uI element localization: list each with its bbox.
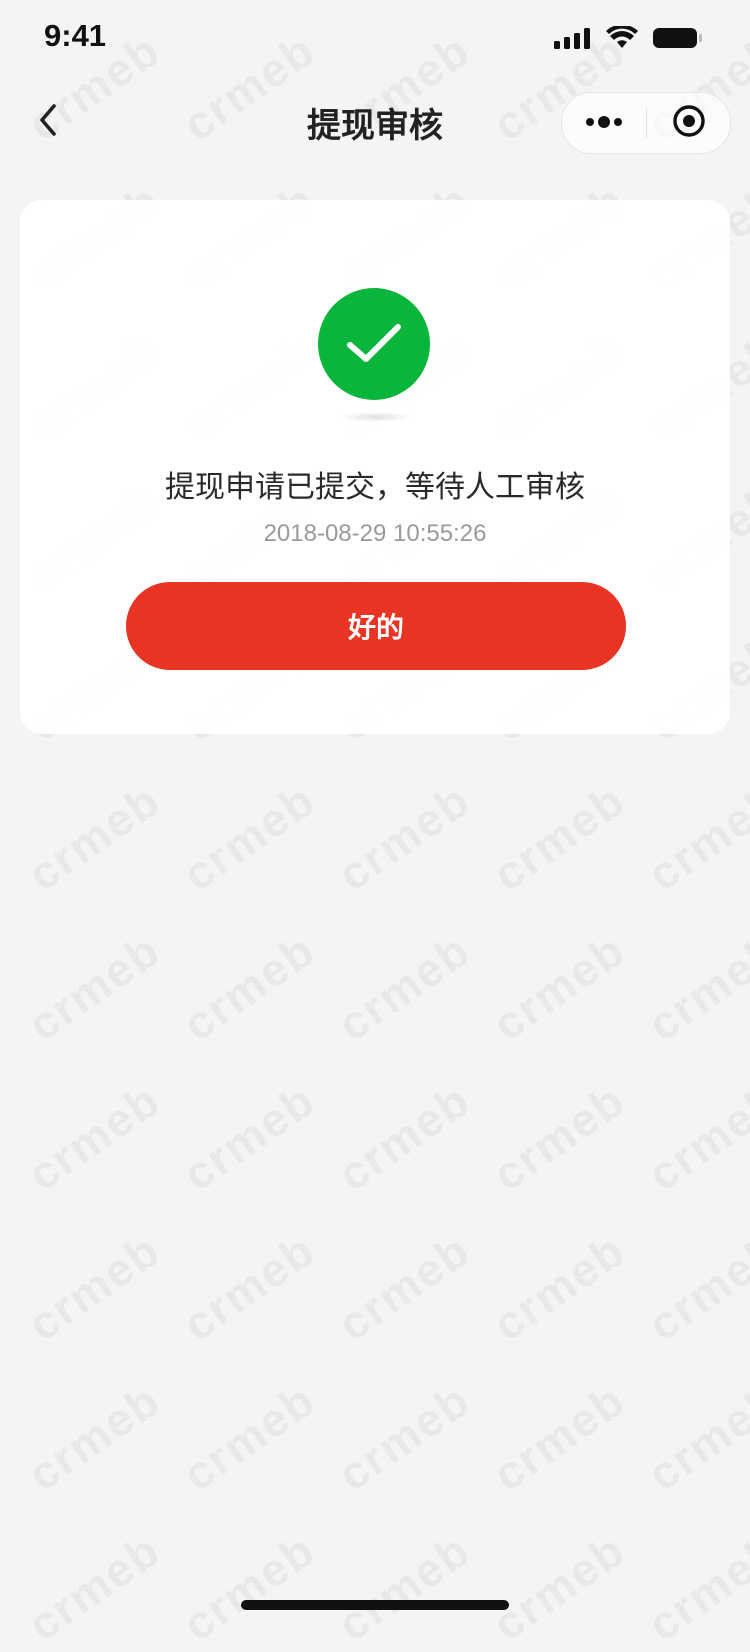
more-button[interactable] <box>562 93 646 153</box>
watermark-text: crmeb <box>638 1373 750 1501</box>
status-icons <box>554 24 704 54</box>
watermark-text: crmeb <box>483 923 635 1051</box>
watermark-text: crmeb <box>328 1373 480 1501</box>
watermark-text: crmeb <box>18 1523 170 1651</box>
success-badge <box>318 288 434 404</box>
success-shadow <box>340 412 412 422</box>
watermark-text: crmeb <box>173 1073 325 1201</box>
watermark-text: crmeb <box>483 1523 635 1651</box>
more-dots-icon <box>584 114 624 133</box>
result-card: 提现申请已提交，等待人工审核 2018-08-29 10:55:26 好的 <box>20 200 730 734</box>
watermark-text: crmeb <box>483 773 635 901</box>
home-indicator <box>241 1600 509 1610</box>
watermark-text: crmeb <box>638 773 750 901</box>
status-message: 提现申请已提交，等待人工审核 <box>165 470 585 505</box>
close-miniprogram-button[interactable] <box>647 93 730 153</box>
watermark-text: crmeb <box>173 923 325 1051</box>
watermark-text: crmeb <box>638 1073 750 1201</box>
watermark-text: crmeb <box>483 1373 635 1501</box>
watermark-text: crmeb <box>173 1523 325 1651</box>
watermark-text: crmeb <box>328 1523 480 1651</box>
watermark-text: crmeb <box>483 1223 635 1351</box>
nav-bar: 提现审核 <box>0 88 750 158</box>
watermark-text: crmeb <box>328 923 480 1051</box>
battery-icon <box>652 26 704 54</box>
watermark-text: crmeb <box>18 923 170 1051</box>
watermark-text: crmeb <box>328 773 480 901</box>
watermark-text: crmeb <box>483 1073 635 1201</box>
watermark-text: crmeb <box>638 1523 750 1651</box>
check-circle-icon <box>318 288 430 400</box>
signal-icon <box>554 27 592 53</box>
watermark-text: crmeb <box>173 773 325 901</box>
watermark-text: crmeb <box>638 923 750 1051</box>
mini-program-capsule <box>561 92 731 154</box>
watermark-text: crmeb <box>173 1223 325 1351</box>
watermark-text: crmeb <box>328 1223 480 1351</box>
watermark-text: crmeb <box>18 773 170 901</box>
status-bar: 9:41 <box>0 0 750 80</box>
ok-button[interactable]: 好的 <box>126 582 626 670</box>
watermark-text: crmeb <box>18 1223 170 1351</box>
watermark-text: crmeb <box>638 1223 750 1351</box>
wifi-icon <box>606 24 638 54</box>
target-circle-icon <box>672 104 706 142</box>
status-time: 9:41 <box>44 18 107 53</box>
submit-timestamp: 2018-08-29 10:55:26 <box>263 520 487 547</box>
watermark-text: crmeb <box>328 1073 480 1201</box>
watermark-text: crmeb <box>18 1073 170 1201</box>
watermark-text: crmeb <box>173 1373 325 1501</box>
watermark-text: crmeb <box>18 1373 170 1501</box>
